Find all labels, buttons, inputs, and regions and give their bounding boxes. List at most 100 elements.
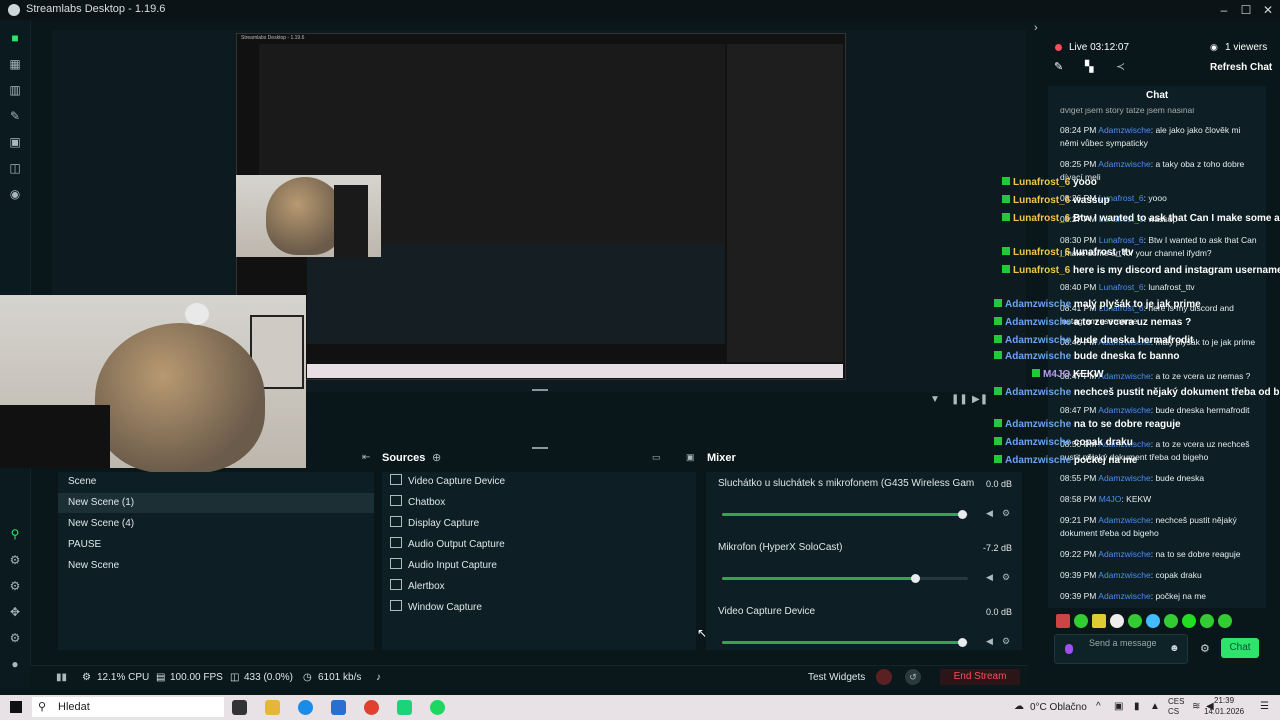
emote-icon[interactable] — [1074, 614, 1088, 628]
link-icon[interactable]: ⚲ — [7, 526, 23, 542]
emote-icon[interactable] — [1110, 614, 1124, 628]
source-item[interactable]: Alertbox — [390, 577, 445, 597]
mixer-settings-icon[interactable]: ⚙ — [1002, 636, 1010, 647]
emote-icon[interactable] — [1146, 614, 1160, 628]
language-indicator[interactable]: CES CS — [1168, 697, 1184, 717]
chevron-right-icon[interactable]: › — [1034, 22, 1038, 34]
emoji-icon[interactable]: ☻ — [1169, 643, 1180, 654]
scene-item-pause[interactable]: PAUSE — [58, 535, 374, 555]
source-item[interactable]: Audio Input Capture — [390, 556, 497, 576]
record-button[interactable] — [876, 669, 892, 685]
mixer-volume-handle[interactable] — [958, 638, 967, 647]
tray-mic-icon[interactable]: ▮ — [1134, 701, 1140, 712]
source-item[interactable]: Chatbox — [390, 493, 445, 513]
settings-icon[interactable]: ⚙ — [7, 630, 23, 646]
maximize-icon[interactable]: ☐ — [1236, 2, 1256, 18]
editor-icon[interactable]: ■ — [7, 30, 23, 46]
overlay-chat-message: Adamzwische počkej na me — [994, 454, 1137, 467]
source-item[interactable]: Display Capture — [390, 514, 479, 534]
file-explorer-icon[interactable] — [265, 700, 280, 715]
themes-icon[interactable]: ✎ — [7, 108, 23, 124]
overlay-chat-message: Adamzwische bude dneska hermafrodit — [994, 334, 1193, 347]
overlay-chat-message: Lunafrost_6 wassup — [1002, 194, 1110, 207]
task-view-icon[interactable] — [232, 700, 247, 715]
test-widgets-button[interactable]: Test Widgets — [808, 672, 865, 683]
emote-bar[interactable] — [1056, 614, 1246, 630]
speaker-mute-icon[interactable]: ◀ — [986, 572, 993, 583]
replay-buffer-icon[interactable]: ↺ — [905, 669, 921, 685]
emote-icon[interactable] — [1200, 614, 1214, 628]
plugin-icon[interactable]: ⚙ — [7, 578, 23, 594]
source-item[interactable]: Audio Output Capture — [390, 535, 505, 555]
speaker-mute-icon[interactable]: ◀ — [986, 636, 993, 647]
emote-icon[interactable] — [1164, 614, 1178, 628]
add-source-icon[interactable]: ⊕ — [432, 451, 441, 464]
dashboard-icon[interactable]: ▦ — [7, 56, 23, 72]
mixer-settings-icon[interactable]: ⚙ — [1002, 572, 1010, 583]
edit-icon[interactable]: ✎ — [1054, 60, 1063, 73]
mixer-volume-handle[interactable] — [911, 574, 920, 583]
close-icon[interactable]: ✕ — [1258, 2, 1278, 18]
resize-handle[interactable] — [532, 447, 548, 449]
chat-input[interactable]: Send a message ☻ — [1054, 634, 1188, 664]
folder-icon[interactable]: ▭ — [652, 452, 661, 463]
emote-icon[interactable] — [1128, 614, 1142, 628]
chat-input-placeholder: Send a message — [1089, 638, 1157, 648]
tray-app-icon[interactable]: ▣ — [1114, 701, 1123, 712]
filter-icon[interactable]: ▼ — [930, 394, 940, 405]
notifications-icon[interactable]: ☰ — [1260, 701, 1269, 712]
skip-icon[interactable]: ▶❚ — [972, 394, 988, 405]
emote-icon[interactable] — [1092, 614, 1106, 628]
layout-icon[interactable]: ▥ — [7, 82, 23, 98]
emote-icon[interactable] — [1182, 614, 1196, 628]
collapse-icon[interactable]: ⇤ — [362, 452, 370, 463]
eye-icon: ◉ — [1210, 42, 1218, 52]
chat-partial-message: dvlget jsem story tatze jsem nasinal — [1060, 108, 1195, 115]
chart-icon[interactable]: ▮▮ — [56, 672, 67, 683]
streamlabs-taskbar-icon[interactable] — [397, 700, 412, 715]
wifi-icon[interactable]: ≋ — [1192, 701, 1200, 712]
source-settings-icon[interactable]: ▣ — [686, 452, 695, 463]
taskbar-search[interactable]: ⚲ Hledat — [32, 697, 224, 717]
notification-bell-icon[interactable]: ♪ — [376, 672, 381, 683]
chat-settings-icon[interactable]: ⚙ — [1200, 642, 1210, 655]
highlighter-icon[interactable]: ◉ — [7, 186, 23, 202]
windows-start-icon[interactable] — [10, 701, 22, 713]
spotify-icon[interactable] — [430, 700, 445, 715]
mixer-track-name: Video Capture Device — [718, 606, 816, 617]
share-icon[interactable]: ≺ — [1116, 60, 1125, 73]
chat-send-button[interactable]: Chat — [1221, 638, 1259, 658]
mixer-track-db: 0.0 dB — [985, 479, 1012, 489]
store-icon[interactable]: ▣ — [7, 134, 23, 150]
tray-chevron-icon[interactable]: ^ — [1096, 701, 1101, 712]
cloud-icon[interactable]: ⚙ — [7, 552, 23, 568]
overlay-chat-message: Adamzwische nechceš pustit nějaký dokume… — [994, 386, 1280, 399]
resize-handle[interactable] — [532, 389, 548, 391]
overlay-chat-message: M4JO KEKW — [1032, 368, 1104, 381]
tools-icon[interactable]: ✥ — [7, 604, 23, 620]
end-stream-button[interactable]: End Stream — [940, 669, 1020, 685]
source-item[interactable]: Video Capture Device — [390, 472, 505, 492]
refresh-chat-button[interactable]: Refresh Chat — [1210, 62, 1272, 73]
chat-message: 09:22 PM Adamzwische: na to se dobre rea… — [1060, 549, 1241, 559]
scene-item-new-scene[interactable]: New Scene — [58, 556, 374, 576]
emote-icon[interactable] — [1218, 614, 1232, 628]
microphone-icon[interactable] — [1065, 644, 1073, 654]
tray-security-icon[interactable]: ▲ — [1150, 701, 1160, 712]
pause-icon[interactable]: ❚❚ — [951, 394, 968, 405]
chrome-icon[interactable] — [364, 700, 379, 715]
scene-item-new-scene-1[interactable]: New Scene (1) — [58, 493, 374, 513]
profile-icon[interactable]: ● — [7, 656, 23, 672]
edge-icon[interactable] — [298, 700, 313, 715]
scene-item-new-scene-4[interactable]: New Scene (4) — [58, 514, 374, 534]
apps-icon[interactable]: ◫ — [7, 160, 23, 176]
source-item[interactable]: Window Capture — [390, 598, 482, 618]
mixer-volume-handle[interactable] — [958, 510, 967, 519]
minimize-icon[interactable]: – — [1214, 2, 1234, 18]
emote-icon[interactable] — [1056, 614, 1070, 628]
clip-icon[interactable]: ▚ — [1085, 60, 1093, 73]
nested-taskbar-capture — [307, 364, 843, 378]
mixer-settings-icon[interactable]: ⚙ — [1002, 508, 1010, 519]
speaker-mute-icon[interactable]: ◀ — [986, 508, 993, 519]
store-icon[interactable] — [331, 700, 346, 715]
